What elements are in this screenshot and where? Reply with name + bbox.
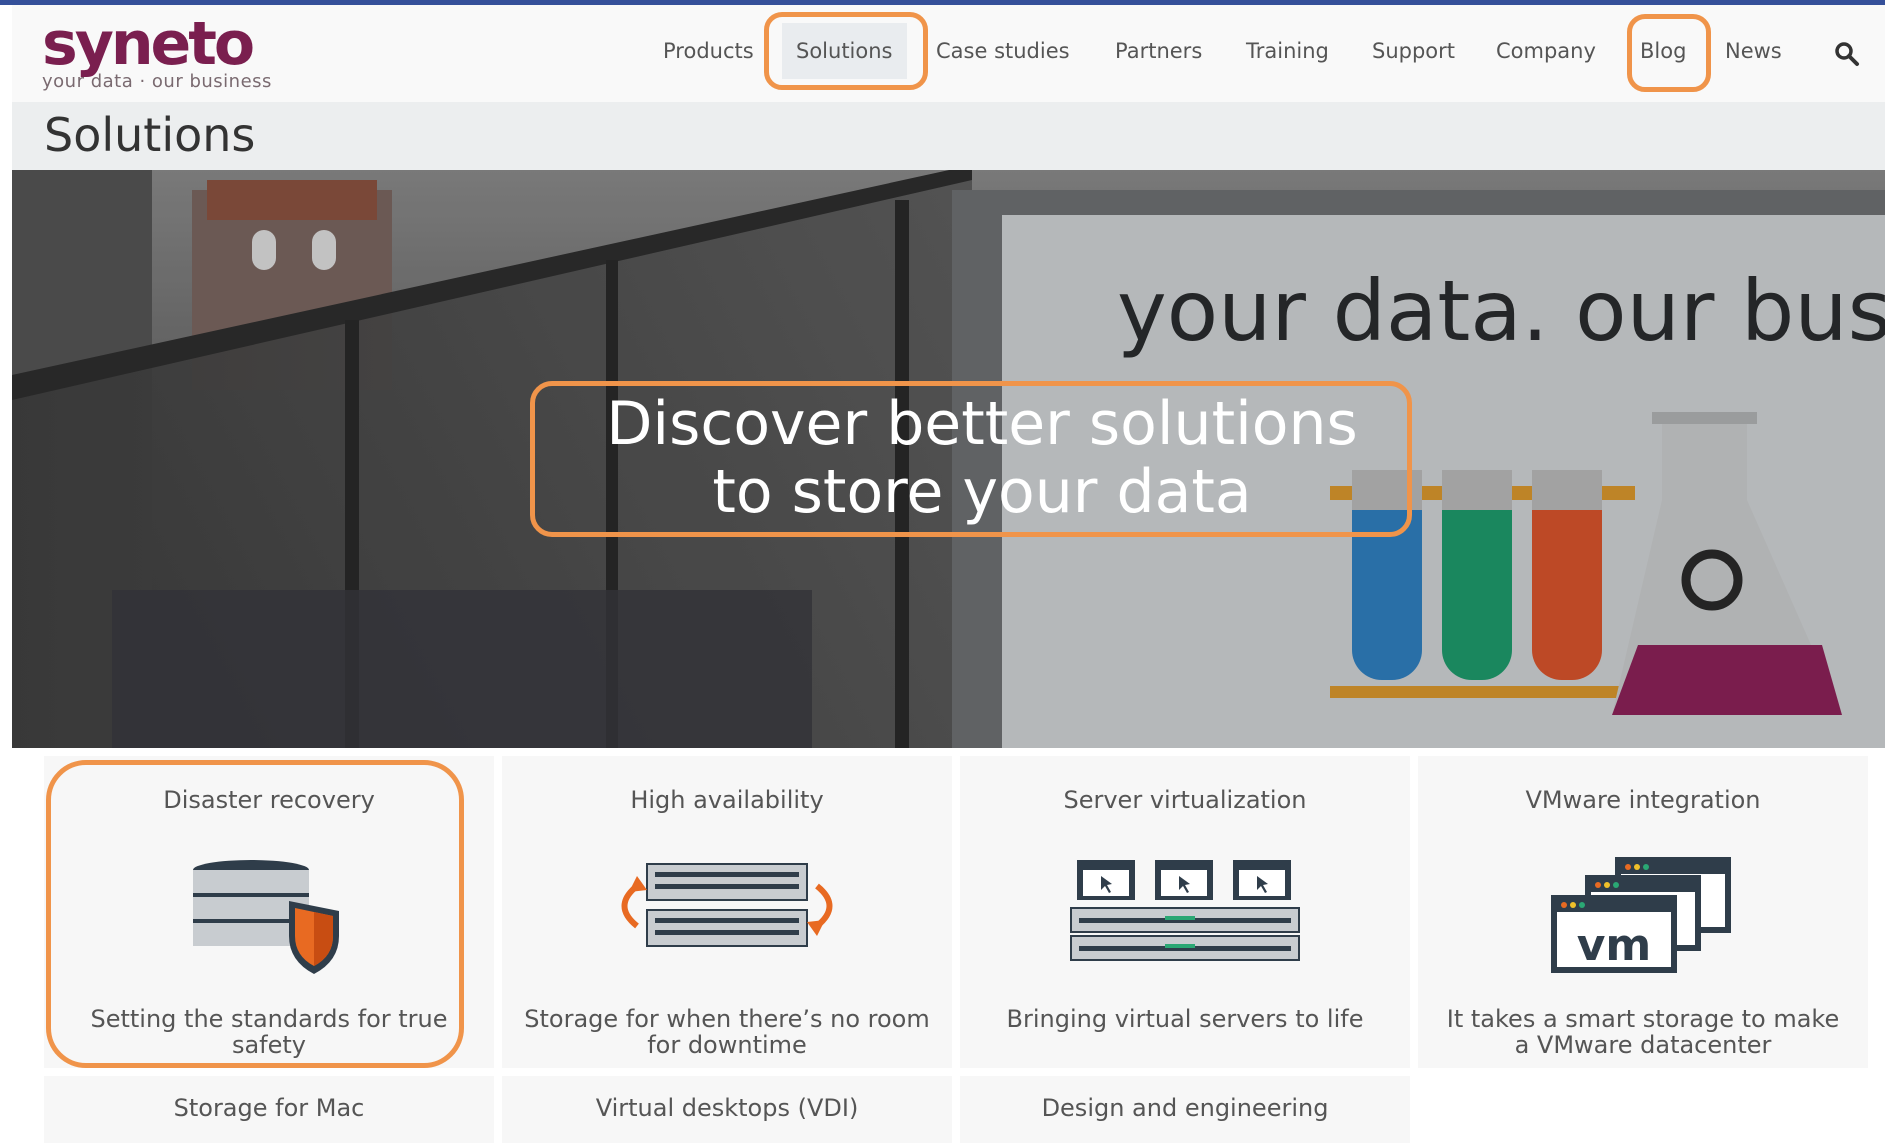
card-server-virtualization[interactable]: Server virtualization Bringing virtual s…: [960, 756, 1410, 1068]
card-description: Storage for when there’s no room for dow…: [524, 1005, 930, 1059]
nav-products[interactable]: Products: [663, 39, 754, 63]
vm-windows-icon: vm: [1551, 857, 1731, 973]
card-title: Virtual desktops (VDI): [595, 1094, 859, 1122]
servers-sync-icon: [621, 863, 833, 947]
hero-headline-line1: Discover better solutions: [606, 389, 1358, 459]
card-description: Bringing virtual servers to life: [1006, 1005, 1364, 1033]
card-high-availability[interactable]: High availability Storage for when there…: [502, 756, 952, 1068]
hero-headline-line2: to store your data: [712, 457, 1252, 527]
nav-news[interactable]: News: [1725, 39, 1782, 63]
logo-wordmark: syneto: [42, 9, 255, 79]
card-title: VMware integration: [1525, 786, 1761, 814]
hero-headline: Discover better solutions to store your …: [552, 390, 1412, 526]
logo[interactable]: syneto your data · our business: [42, 13, 272, 92]
nav-support[interactable]: Support: [1372, 39, 1455, 63]
card-description: Setting the standards for true safety: [90, 1005, 448, 1059]
card-description: It takes a smart storage to make a VMwar…: [1446, 1005, 1840, 1059]
card-virtual-desktops[interactable]: Virtual desktops (VDI): [502, 1076, 952, 1143]
card-disaster-recovery[interactable]: Disaster recovery Setting the standards …: [44, 756, 494, 1068]
card-title: Storage for Mac: [173, 1094, 365, 1122]
virtual-servers-icon: [1070, 860, 1300, 961]
card-title: Server virtualization: [1063, 786, 1307, 814]
card-storage-for-mac[interactable]: Storage for Mac: [44, 1076, 494, 1143]
card-design-engineering[interactable]: Design and engineering: [960, 1076, 1410, 1143]
nav-blog[interactable]: Blog: [1640, 39, 1686, 63]
nav-training[interactable]: Training: [1246, 39, 1329, 63]
card-title: Design and engineering: [1041, 1094, 1329, 1122]
nav-solutions[interactable]: Solutions: [782, 23, 907, 79]
database-shield-icon: [193, 860, 339, 974]
nav-case-studies[interactable]: Case studies: [936, 39, 1070, 63]
card-vmware-integration[interactable]: VMware integration vm It takes a smart s…: [1418, 756, 1868, 1068]
hero-banner: your data. our busin Discover better sol…: [12, 170, 1885, 748]
svg-text:vm: vm: [1577, 920, 1652, 971]
page-title: Solutions: [44, 108, 256, 162]
card-title: High availability: [630, 786, 824, 814]
page-title-bar: Solutions: [12, 102, 1885, 170]
nav-company[interactable]: Company: [1496, 39, 1596, 63]
nav-partners[interactable]: Partners: [1115, 39, 1202, 63]
logo-tagline: your data · our business: [42, 71, 272, 92]
search-icon[interactable]: [1834, 41, 1860, 67]
card-title: Disaster recovery: [163, 786, 375, 814]
site-header: syneto your data · our business Products…: [12, 5, 1885, 102]
